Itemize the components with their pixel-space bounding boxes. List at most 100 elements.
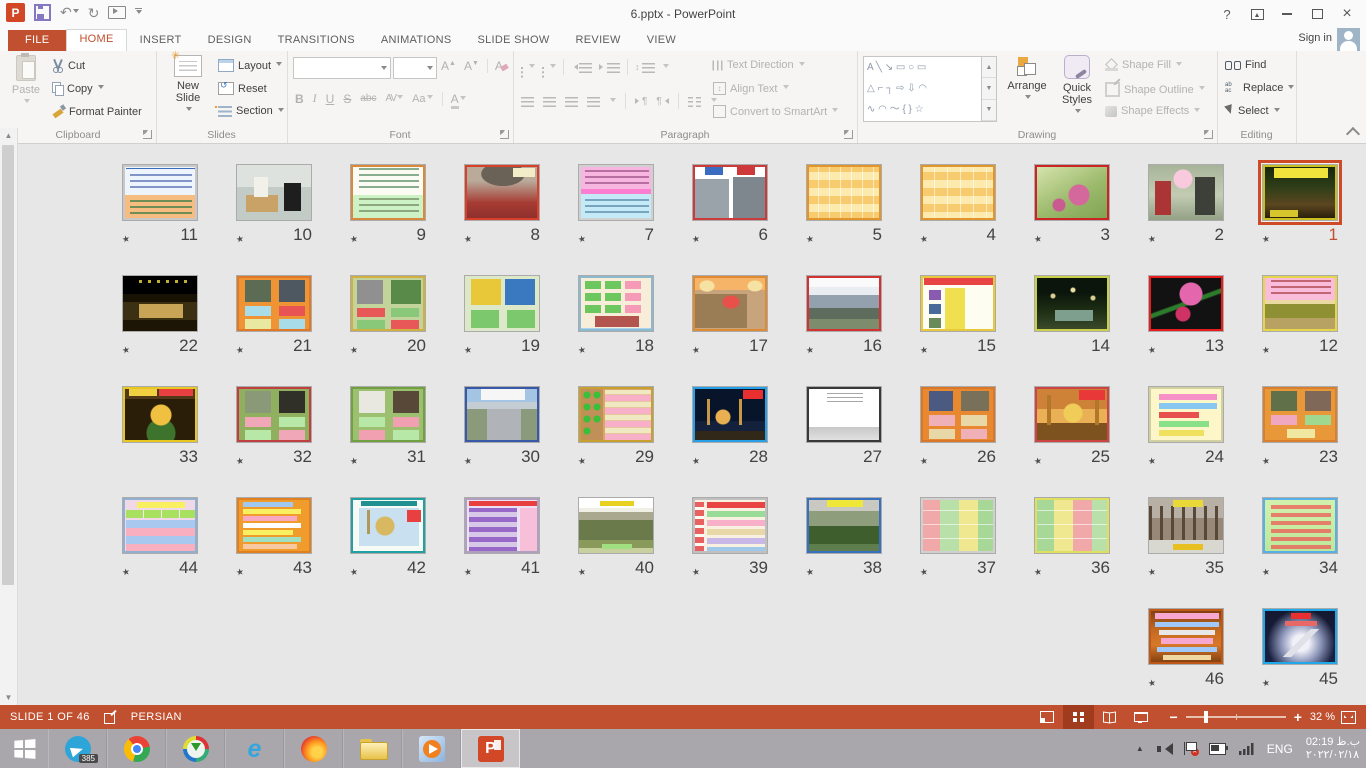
normal-view-button[interactable] [1032, 705, 1063, 729]
slide-thumbnail[interactable] [1148, 608, 1224, 665]
slide-thumbnail[interactable] [350, 386, 426, 443]
clipboard-dialog-launcher-icon[interactable] [143, 130, 152, 139]
slide-thumbnail[interactable] [1034, 164, 1110, 221]
start-button[interactable] [0, 729, 48, 768]
font-size-combobox[interactable] [393, 57, 437, 79]
restore-icon[interactable] [1302, 3, 1332, 25]
taskbar-idm[interactable] [166, 729, 225, 768]
slide-thumbnail[interactable] [122, 386, 198, 443]
arrange-button[interactable]: Arrange [1002, 55, 1052, 102]
language-tray-indicator[interactable]: ENG [1267, 742, 1293, 756]
grow-font-button[interactable]: A▲ [441, 59, 456, 73]
align-center-icon[interactable] [543, 96, 556, 107]
slide-thumbnail[interactable] [692, 164, 768, 221]
slide-thumbnail[interactable] [578, 497, 654, 554]
network-icon[interactable] [1239, 743, 1254, 755]
slide-thumbnail[interactable] [1148, 164, 1224, 221]
rtl-direction-icon[interactable]: ¶ [656, 96, 668, 107]
action-center-flag-icon[interactable]: ✕ [1184, 742, 1196, 755]
replace-button[interactable]: abacReplace [1225, 82, 1294, 94]
scroll-down-icon[interactable]: ▼ [0, 690, 17, 705]
slide-thumbnail[interactable] [1034, 275, 1110, 332]
slide-thumbnail[interactable] [1262, 164, 1338, 221]
slide-thumbnail[interactable] [350, 497, 426, 554]
text-shadow-button[interactable]: S [343, 92, 351, 106]
slide-thumbnail[interactable] [1262, 386, 1338, 443]
zoom-slider[interactable] [1186, 716, 1286, 718]
quick-styles-button[interactable]: Quick Styles [1055, 55, 1099, 116]
copy-button[interactable]: Copy [52, 82, 104, 95]
slide-thumbnail[interactable] [806, 164, 882, 221]
slide-thumbnail[interactable] [1148, 386, 1224, 443]
decrease-indent-icon[interactable] [571, 62, 592, 73]
slide-thumbnail[interactable] [464, 164, 540, 221]
font-name-combobox[interactable] [293, 57, 391, 79]
slide-thumbnail[interactable] [806, 386, 882, 443]
slide-thumbnail[interactable] [578, 386, 654, 443]
align-right-icon[interactable] [565, 96, 578, 107]
slide-thumbnail[interactable] [1148, 275, 1224, 332]
slide-thumbnail[interactable] [920, 386, 996, 443]
justify-icon[interactable] [587, 96, 600, 107]
bold-button[interactable]: B [295, 92, 304, 106]
zoom-slider-thumb[interactable] [1204, 711, 1208, 723]
italic-button[interactable]: I [313, 91, 317, 106]
align-left-icon[interactable] [521, 96, 534, 107]
start-from-beginning-icon[interactable] [108, 6, 126, 19]
slide-show-button[interactable] [1125, 705, 1156, 729]
drawing-dialog-launcher-icon[interactable] [1204, 130, 1213, 139]
slide-thumbnail[interactable] [1262, 497, 1338, 554]
character-spacing-button[interactable]: AV [385, 93, 403, 104]
paragraph-dialog-launcher-icon[interactable] [844, 130, 853, 139]
customize-qat-icon[interactable] [135, 8, 142, 17]
tab-home[interactable]: HOME [66, 29, 126, 51]
minimize-icon[interactable] [1272, 3, 1302, 25]
select-button[interactable]: Select [1225, 105, 1280, 117]
battery-icon[interactable] [1209, 743, 1226, 755]
slide-thumbnail[interactable] [692, 275, 768, 332]
tab-transitions[interactable]: TRANSITIONS [265, 30, 368, 51]
layout-button[interactable]: Layout [218, 59, 282, 72]
slide-thumbnail[interactable] [122, 164, 198, 221]
tab-review[interactable]: REVIEW [563, 30, 634, 51]
section-button[interactable]: Section [218, 105, 284, 117]
slide-thumbnail[interactable] [692, 497, 768, 554]
slide-thumbnail[interactable] [692, 386, 768, 443]
language-indicator[interactable]: PERSIAN [131, 711, 182, 723]
paste-button[interactable]: Paste [8, 55, 44, 106]
shape-outline-button[interactable]: Shape Outline [1105, 82, 1205, 97]
undo-button[interactable]: ↶ [60, 4, 79, 22]
taskbar-telegram[interactable]: 385 [48, 729, 107, 768]
gallery-up-icon[interactable]: ▲ [982, 57, 996, 78]
change-case-button[interactable]: Aa [412, 93, 432, 105]
vertical-scrollbar[interactable]: ▲ ▼ [0, 128, 18, 705]
slide-thumbnail[interactable] [236, 386, 312, 443]
save-icon[interactable] [34, 4, 51, 21]
font-dialog-launcher-icon[interactable] [500, 130, 509, 139]
tab-file[interactable]: FILE [8, 30, 66, 51]
slide-thumbnail[interactable] [236, 164, 312, 221]
clear-formatting-button[interactable]: A [487, 59, 508, 73]
text-direction-button[interactable]: Text Direction [713, 59, 805, 71]
reset-button[interactable]: Reset [218, 82, 267, 95]
shape-gallery-scrollbar[interactable]: ▲ ▼ ▼ [981, 57, 996, 121]
slide-thumbnail[interactable] [1148, 497, 1224, 554]
gallery-more-icon[interactable]: ▼ [982, 100, 996, 121]
slide-thumbnail[interactable] [806, 275, 882, 332]
find-button[interactable]: Find [1225, 59, 1266, 71]
slide-thumbnail[interactable] [464, 386, 540, 443]
slide-thumbnail[interactable] [578, 275, 654, 332]
slide-thumbnail[interactable] [578, 164, 654, 221]
taskbar-ie[interactable]: e [225, 729, 284, 768]
shape-fill-button[interactable]: Shape Fill [1105, 59, 1182, 71]
increase-indent-icon[interactable] [599, 62, 620, 73]
slide-thumbnail[interactable] [1034, 497, 1110, 554]
slide-thumbnail[interactable] [806, 497, 882, 554]
taskbar-firefox[interactable] [284, 729, 343, 768]
fit-to-window-icon[interactable] [1341, 711, 1356, 724]
slide-thumbnail[interactable] [920, 497, 996, 554]
underline-button[interactable]: U [326, 92, 335, 106]
tab-insert[interactable]: INSERT [127, 30, 195, 51]
zoom-level[interactable]: 32 % [1310, 711, 1335, 723]
repeat-icon[interactable]: ↻ [88, 6, 100, 20]
